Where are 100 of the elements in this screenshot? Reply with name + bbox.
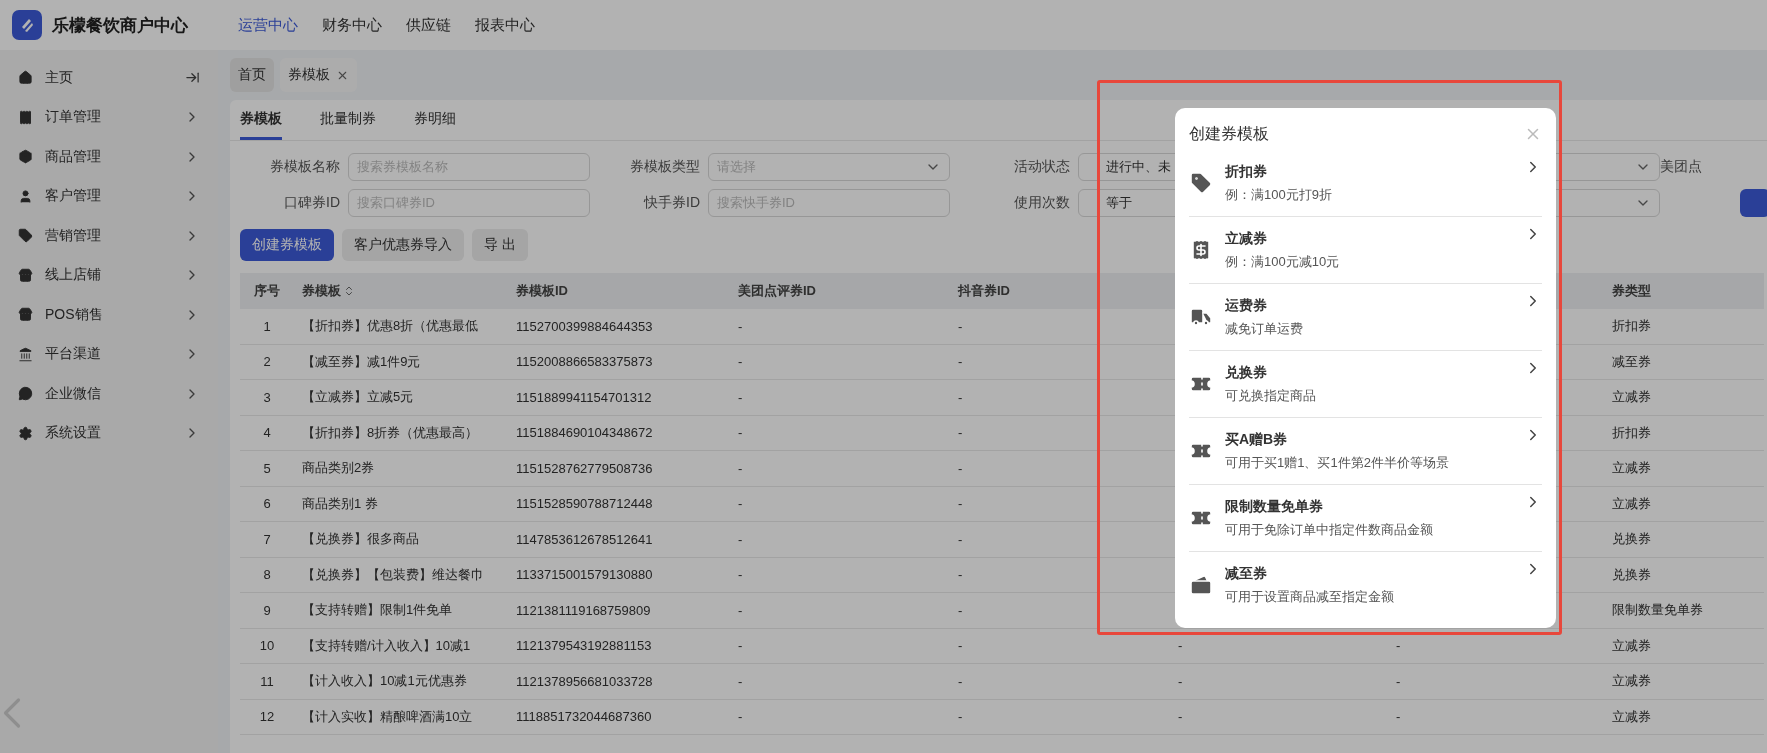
sidebar-item[interactable]: 平台渠道 bbox=[45, 345, 172, 364]
nav-tab[interactable]: 报表中心 bbox=[475, 15, 535, 35]
table-cell: 12 bbox=[240, 699, 294, 735]
sidebar-item[interactable]: 主页 bbox=[45, 68, 173, 87]
coupon-type-option[interactable]: 减至券 可用于设置商品减至指定金额 bbox=[1189, 552, 1542, 618]
option-title: 折扣券 bbox=[1225, 162, 1268, 181]
table-cell: 商品类别1 券 bbox=[294, 486, 508, 522]
option-description: 例：满100元打9折 bbox=[1225, 185, 1333, 204]
query-button[interactable] bbox=[1740, 189, 1767, 217]
filter-label: 美团点 bbox=[1660, 158, 1702, 176]
table-cell: 1121378956681033728 bbox=[508, 664, 730, 700]
column-header: 序号 bbox=[240, 273, 294, 309]
coupon-type-option[interactable]: 兑换券 可兑换指定商品 bbox=[1189, 351, 1542, 418]
nav-tab[interactable]: 财务中心 bbox=[322, 15, 382, 35]
table-cell: 10 bbox=[240, 628, 294, 664]
sidebar-item[interactable]: 营销管理 bbox=[45, 226, 172, 245]
table-cell: 【计入实收】精酿啤酒满10立 bbox=[294, 699, 508, 735]
table-cell: 立减券 bbox=[1604, 380, 1764, 416]
table-cell: 立减券 bbox=[1604, 664, 1764, 700]
action-button[interactable]: 导 出 bbox=[472, 229, 528, 261]
table-cell: - bbox=[950, 522, 1170, 558]
table-cell: 减至券 bbox=[1604, 344, 1764, 380]
table-cell: 1151884690104348672 bbox=[508, 415, 730, 451]
table-cell: 【立减券】立减5元 bbox=[294, 380, 508, 416]
table-cell: 兑换券 bbox=[1604, 557, 1764, 593]
table-cell: 7 bbox=[240, 522, 294, 558]
table-cell: 1121381119168759809 bbox=[508, 593, 730, 629]
sidebar-item[interactable]: 订单管理 bbox=[45, 108, 172, 127]
coupon-type-option[interactable]: 买A赠B券 可用于买1赠1、买1件第2件半价等场景 bbox=[1189, 418, 1542, 485]
table-cell: 1118851732044687360 bbox=[508, 699, 730, 735]
receipt-icon bbox=[18, 109, 33, 125]
sidebar-item[interactable]: 企业微信 bbox=[45, 384, 172, 403]
table-cell: 立减券 bbox=[1604, 486, 1764, 522]
user-icon bbox=[18, 188, 33, 204]
page-tab[interactable]: 首页 bbox=[230, 58, 274, 92]
table-cell: 4 bbox=[240, 415, 294, 451]
sort-icon[interactable] bbox=[343, 285, 355, 297]
table-cell: 6 bbox=[240, 486, 294, 522]
table-cell: 1151889941154701312 bbox=[508, 380, 730, 416]
sub-tab[interactable]: 券模板 bbox=[240, 100, 282, 140]
table-cell: - bbox=[1170, 664, 1388, 700]
table-cell: - bbox=[730, 486, 950, 522]
table-cell: 商品类别2券 bbox=[294, 451, 508, 487]
coupon-type-option[interactable]: 运费券 减免订单运费 bbox=[1189, 284, 1542, 351]
table-cell: 【计入收入】10减1元优惠券 bbox=[294, 664, 508, 700]
column-header: 抖音券ID bbox=[950, 273, 1170, 309]
table-cell: 立减券 bbox=[1604, 699, 1764, 735]
table-cell: - bbox=[730, 451, 950, 487]
table-cell: - bbox=[950, 380, 1170, 416]
table-cell: - bbox=[950, 557, 1170, 593]
action-button[interactable]: 客户优惠券导入 bbox=[342, 229, 464, 261]
table-cell: - bbox=[950, 309, 1170, 345]
column-header: 券模板ID bbox=[508, 273, 730, 309]
nav-tab[interactable]: 供应链 bbox=[406, 15, 451, 35]
filter-label: 快手券ID bbox=[642, 194, 700, 212]
table-cell: - bbox=[730, 415, 950, 451]
table-cell: 1152700399884644353 bbox=[508, 309, 730, 345]
column-header[interactable]: 券模板 bbox=[294, 273, 508, 309]
table-cell: 【兑换券】很多商品 bbox=[294, 522, 508, 558]
table-cell: - bbox=[950, 486, 1170, 522]
sidebar-item[interactable]: 线上店铺 bbox=[45, 266, 172, 285]
home-icon bbox=[18, 70, 33, 86]
table-cell: - bbox=[730, 309, 950, 345]
sidebar-item[interactable]: POS销售 bbox=[45, 305, 172, 324]
option-description: 减免订单运费 bbox=[1225, 319, 1304, 338]
sidebar-item[interactable]: 商品管理 bbox=[45, 147, 172, 166]
option-title: 立减券 bbox=[1225, 229, 1268, 248]
page-tab[interactable]: 券模板 bbox=[280, 58, 357, 92]
table-cell: - bbox=[950, 593, 1170, 629]
table-cell: 1151528762779508736 bbox=[508, 451, 730, 487]
sub-tab[interactable]: 批量制券 bbox=[320, 100, 376, 140]
option-description: 可用于买1赠1、买1件第2件半价等场景 bbox=[1225, 453, 1450, 472]
coupon-type-option[interactable]: 折扣券 例：满100元打9折 bbox=[1189, 150, 1542, 217]
tag-icon bbox=[1189, 171, 1213, 195]
coupon-type-option[interactable]: 立减券 例：满100元减10元 bbox=[1189, 217, 1542, 284]
filter-label: 券模板类型 bbox=[629, 158, 700, 176]
brand-name: 乐檬餐饮商户中心 bbox=[52, 14, 189, 37]
option-title: 兑换券 bbox=[1225, 363, 1268, 382]
table-cell: 【减至券】减1件9元 bbox=[294, 344, 508, 380]
coupon-type-option[interactable]: 限制数量免单券 可用于免除订单中指定件数商品金额 bbox=[1189, 485, 1542, 552]
table-cell: - bbox=[1388, 699, 1604, 735]
table-cell: 11 bbox=[240, 664, 294, 700]
table-cell: 兑换券 bbox=[1604, 522, 1764, 558]
sidebar-item[interactable]: 系统设置 bbox=[45, 424, 172, 443]
table-cell: - bbox=[950, 344, 1170, 380]
sub-tab[interactable]: 券明细 bbox=[414, 100, 456, 140]
column-header: 美团点评券ID bbox=[730, 273, 950, 309]
table-cell: 立减券 bbox=[1604, 628, 1764, 664]
table-cell: 限制数量免单券 bbox=[1604, 593, 1764, 629]
sidebar-item[interactable]: 客户管理 bbox=[45, 187, 172, 206]
filter-label: 券模板名称 bbox=[269, 158, 340, 176]
box-icon bbox=[18, 149, 33, 165]
table-cell: - bbox=[1170, 699, 1388, 735]
settings-icon bbox=[18, 425, 33, 441]
tickets-icon bbox=[1189, 573, 1213, 597]
table-cell: - bbox=[730, 344, 950, 380]
nav-tab[interactable]: 运营中心 bbox=[238, 15, 298, 35]
table-cell: - bbox=[730, 699, 950, 735]
action-button[interactable]: 创建券模板 bbox=[240, 229, 334, 261]
bank-icon bbox=[18, 346, 33, 362]
